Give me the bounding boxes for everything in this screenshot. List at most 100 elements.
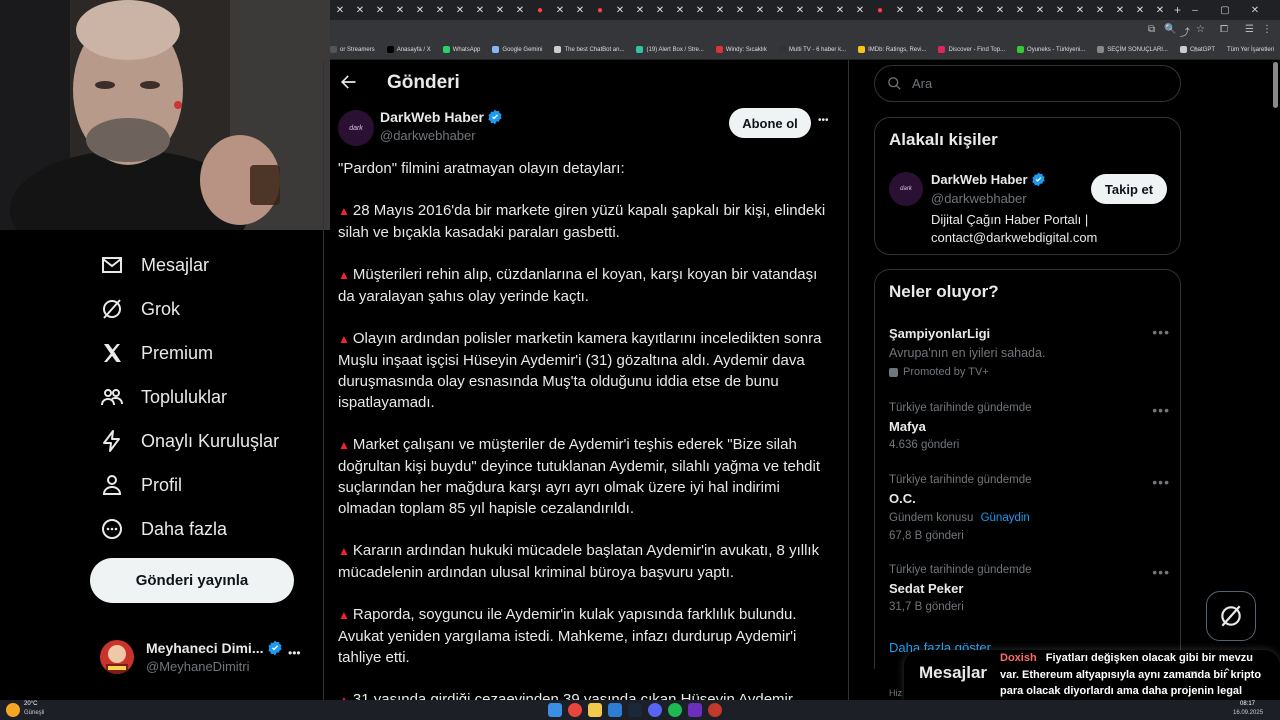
zoom-icon[interactable]: 🔍 <box>1164 24 1176 35</box>
bookmark-item[interactable]: Discover - Find Top... <box>938 46 1005 53</box>
sidebar-item-mesajlar[interactable]: Mesajlar <box>100 247 209 283</box>
browser-tab-close-icon[interactable]: ✕ <box>1090 0 1110 20</box>
browser-tab-close-icon[interactable]: ● <box>870 0 890 20</box>
close-window-icon[interactable]: ✕ <box>1240 0 1270 20</box>
folder-icon[interactable] <box>588 703 602 717</box>
related-avatar[interactable]: dark <box>889 172 923 206</box>
app-icon[interactable] <box>608 703 622 717</box>
back-arrow-icon[interactable] <box>338 72 362 96</box>
maximize-icon[interactable]: ▢ <box>1210 0 1240 20</box>
bookmark-item[interactable]: Windy: Sıcaklık <box>715 46 767 53</box>
bookmark-item[interactable]: Anasayfa / X <box>386 46 431 53</box>
bookmark-item[interactable]: Multi TV - 6 haber k... <box>778 46 846 53</box>
trend-item[interactable]: Türkiye tarihinde gündemde Mafya 4.636 g… <box>875 400 1180 456</box>
browser-tab-close-icon[interactable]: ✕ <box>750 0 770 20</box>
browser-tab-close-icon[interactable]: ✕ <box>330 0 350 20</box>
subscribe-button[interactable]: Abone ol <box>729 108 811 138</box>
related-name[interactable]: DarkWeb Haber <box>931 172 1028 187</box>
sidebar-item-onaylı-kuruluşlar[interactable]: Onaylı Kuruluşlar <box>100 423 279 459</box>
share-icon[interactable]: ⤴ <box>1180 24 1190 39</box>
browser-tab-close-icon[interactable]: ✕ <box>630 0 650 20</box>
browser-tab-close-icon[interactable]: ✕ <box>1070 0 1090 20</box>
trend-topic-link[interactable]: Günaydin <box>981 512 1030 524</box>
browser-tab-close-icon[interactable]: ✕ <box>810 0 830 20</box>
browser-tab-close-icon[interactable]: ✕ <box>430 0 450 20</box>
start-icon[interactable] <box>548 703 562 717</box>
account-switcher[interactable]: Meyhaneci Dimi... @MeyhaneDimitri ••• <box>100 636 314 680</box>
browser-tab-close-icon[interactable]: ✕ <box>770 0 790 20</box>
author-handle[interactable]: @darkwebhaber <box>380 128 476 143</box>
browser-tab-close-icon[interactable]: ✕ <box>950 0 970 20</box>
browser-tab-close-icon[interactable]: ✕ <box>730 0 750 20</box>
browser-tab-close-icon[interactable]: ✕ <box>510 0 530 20</box>
all-bookmarks-link[interactable]: Tüm Yer İşaretleri <box>1227 47 1274 53</box>
browser-tab-close-icon[interactable]: ✕ <box>1110 0 1130 20</box>
trend-more-icon[interactable]: ••• <box>1152 474 1170 490</box>
bookmark-item[interactable]: or Streamers <box>330 46 375 53</box>
trend-more-icon[interactable]: ••• <box>1152 402 1170 418</box>
browser-tab-close-icon[interactable]: ✕ <box>850 0 870 20</box>
browser-tab-close-icon[interactable]: ✕ <box>990 0 1010 20</box>
browser-tab-close-icon[interactable]: ✕ <box>670 0 690 20</box>
follow-button[interactable]: Takip et <box>1091 174 1167 204</box>
browser-tab-close-icon[interactable]: ● <box>590 0 610 20</box>
browser-tab-close-icon[interactable]: ✕ <box>890 0 910 20</box>
account-more-icon[interactable]: ••• <box>288 646 301 660</box>
browser-tab-close-icon[interactable]: ✕ <box>450 0 470 20</box>
discord-icon[interactable] <box>648 703 662 717</box>
app-icon[interactable] <box>688 703 702 717</box>
browser-tab-close-icon[interactable]: ✕ <box>1010 0 1030 20</box>
browser-tab-close-icon[interactable]: ✕ <box>790 0 810 20</box>
browser-tab-close-icon[interactable]: ● <box>530 0 550 20</box>
browser-tab-close-icon[interactable]: ✕ <box>930 0 950 20</box>
browser-tab-close-icon[interactable]: ✕ <box>650 0 670 20</box>
bookmark-item[interactable]: (19) Alert Box / Stre... <box>636 46 704 53</box>
search-box[interactable]: Ara <box>874 65 1181 102</box>
screenshot-icon[interactable]: ⧉ <box>1148 24 1155 35</box>
sidebar-item-topluluklar[interactable]: Topluluklar <box>100 379 227 415</box>
bookmark-item[interactable]: The best ChatBot an... <box>554 46 624 53</box>
overflow-chevron-icon[interactable]: » <box>1194 45 1198 54</box>
author-avatar[interactable]: dark <box>338 110 374 146</box>
related-handle[interactable]: @darkwebhaber <box>931 191 1027 206</box>
grok-button[interactable] <box>1206 591 1256 641</box>
app-icon[interactable] <box>708 703 722 717</box>
minimize-icon[interactable]: – <box>1180 0 1210 20</box>
browser-tab-close-icon[interactable]: ✕ <box>1150 0 1170 20</box>
profile-icon[interactable]: ☰ <box>1245 24 1254 35</box>
bookmark-item[interactable]: IMDb: Ratings, Revi... <box>858 46 926 53</box>
browser-tab-close-icon[interactable]: ✕ <box>370 0 390 20</box>
browser-tab-close-icon[interactable]: ✕ <box>490 0 510 20</box>
post-button[interactable]: Gönderi yayınla <box>90 558 294 603</box>
menu-icon[interactable]: ⋮ <box>1262 24 1272 35</box>
trend-item[interactable]: ŞampiyonlarLigi Avrupa'nın en iyileri sa… <box>875 322 1180 386</box>
bookmark-item[interactable]: Oyuneks - Türkiyeni... <box>1017 46 1085 53</box>
chrome-icon[interactable] <box>568 703 582 717</box>
sidebar-item-profil[interactable]: Profil <box>100 467 182 503</box>
sidebar-item-premium[interactable]: Premium <box>100 335 213 371</box>
trend-more-icon[interactable]: ••• <box>1152 324 1170 340</box>
trend-item[interactable]: Türkiye tarihinde gündemde O.C. Gündem k… <box>875 472 1180 546</box>
post-more-icon[interactable]: ••• <box>818 115 829 126</box>
browser-tab-close-icon[interactable]: ✕ <box>350 0 370 20</box>
bookmark-item[interactable]: WhatsApp <box>442 46 480 53</box>
browser-tab-close-icon[interactable]: ✕ <box>970 0 990 20</box>
browser-tab-close-icon[interactable]: ✕ <box>570 0 590 20</box>
browser-tab-close-icon[interactable]: ✕ <box>1030 0 1050 20</box>
browser-tab-close-icon[interactable]: ✕ <box>550 0 570 20</box>
bookmark-item[interactable]: Google Gemini <box>492 46 542 53</box>
spotify-icon[interactable] <box>668 703 682 717</box>
author-name[interactable]: DarkWeb Haber <box>380 109 484 125</box>
sidebar-item-grok[interactable]: Grok <box>100 291 180 327</box>
browser-tab-close-icon[interactable]: ✕ <box>410 0 430 20</box>
trend-more-icon[interactable]: ••• <box>1152 564 1170 580</box>
browser-tab-close-icon[interactable]: ✕ <box>1130 0 1150 20</box>
bookmark-item[interactable]: SEÇİM SONUÇLARI... <box>1097 46 1168 53</box>
browser-tab-close-icon[interactable]: ✕ <box>910 0 930 20</box>
browser-tab-close-icon[interactable]: ✕ <box>470 0 490 20</box>
trend-item[interactable]: Türkiye tarihinde gündemde Sedat Peker 3… <box>875 562 1180 618</box>
browser-tab-close-icon[interactable]: ✕ <box>710 0 730 20</box>
browser-tab-close-icon[interactable]: ✕ <box>830 0 850 20</box>
bookmark-star-icon[interactable]: ☆ <box>1196 24 1205 35</box>
search-input[interactable]: Ara <box>912 76 932 91</box>
